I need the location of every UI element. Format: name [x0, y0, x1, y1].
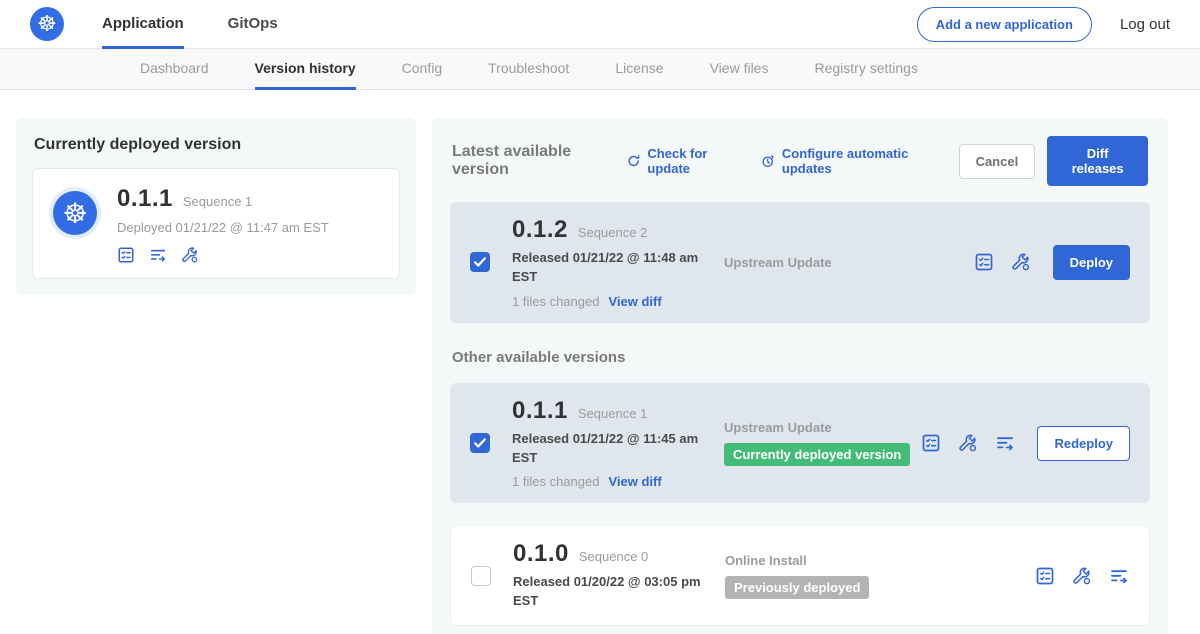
released-timestamp: Released 01/21/22 @ 11:48 am EST [512, 249, 702, 287]
cancel-button[interactable]: Cancel [959, 144, 1036, 179]
add-application-button[interactable]: Add a new application [917, 7, 1092, 42]
config-wrench-icon[interactable] [181, 246, 199, 264]
subnav-item-registry-settings[interactable]: Registry settings [814, 49, 917, 90]
logout-link[interactable]: Log out [1120, 16, 1170, 33]
version-checkbox[interactable] [471, 566, 491, 586]
version-actions: Deploy [974, 245, 1130, 280]
deploy-logs-icon[interactable] [995, 433, 1015, 453]
version-history-panel: Latest available version Check for updat… [432, 118, 1168, 634]
version-info: 0.1.1 Sequence 1 Released 01/21/22 @ 11:… [512, 397, 720, 490]
subnav-item-license[interactable]: License [615, 49, 663, 90]
version-row-0-1-1: 0.1.1 Sequence 1 Released 01/21/22 @ 11:… [450, 383, 1150, 504]
subnav-item-config[interactable]: Config [402, 49, 442, 90]
version-row-0-1-0: 0.1.0 Sequence 0 Released 01/20/22 @ 03:… [450, 525, 1150, 626]
previously-deployed-badge: Previously deployed [725, 576, 869, 599]
version-source: Upstream Update Currently deployed versi… [720, 420, 921, 466]
released-timestamp: Released 01/20/22 @ 03:05 pm EST [513, 573, 703, 611]
configure-automatic-updates-link[interactable]: Configure automatic updates [760, 146, 936, 176]
diff-releases-button[interactable]: Diff releases [1047, 136, 1148, 186]
currently-deployed-badge: Currently deployed version [724, 443, 910, 466]
currently-deployed-card: Currently deployed version ☸ 0.1.1 Seque… [16, 118, 416, 295]
version-actions: Redeploy [921, 426, 1130, 461]
version-actions [1035, 566, 1129, 586]
latest-version-title: Latest available version [452, 143, 608, 179]
refresh-icon [626, 152, 641, 170]
release-notes-icon[interactable] [974, 252, 994, 272]
currently-deployed-title: Currently deployed version [34, 136, 398, 154]
version-info: 0.1.0 Sequence 0 Released 01/20/22 @ 03:… [513, 540, 721, 611]
deployed-version-number: 0.1.1 [117, 185, 173, 213]
deploy-logs-icon[interactable] [149, 246, 167, 264]
version-checkbox[interactable] [470, 252, 490, 272]
check-for-update-link[interactable]: Check for update [626, 146, 738, 176]
latest-version-header: Latest available version Check for updat… [452, 136, 1148, 186]
version-number: 0.1.1 [512, 397, 568, 425]
sequence-label: Sequence 1 [578, 406, 647, 421]
version-info: 0.1.2 Sequence 2 Released 01/21/22 @ 11:… [512, 216, 720, 309]
deployed-timestamp: Deployed 01/21/22 @ 11:47 am EST [117, 220, 329, 235]
files-changed-label: 1 files changed [512, 294, 599, 309]
tab-gitops[interactable]: GitOps [228, 0, 278, 49]
kubernetes-icon: ☸ [37, 12, 57, 37]
subnav-item-view-files[interactable]: View files [710, 49, 769, 90]
deployed-version-body: 0.1.1 Sequence 1 Deployed 01/21/22 @ 11:… [117, 185, 329, 264]
version-number: 0.1.2 [512, 216, 568, 244]
kubernetes-app-icon: ☸ [53, 191, 97, 235]
view-diff-link[interactable]: View diff [608, 294, 661, 309]
version-row-0-1-2: 0.1.2 Sequence 2 Released 01/21/22 @ 11:… [450, 202, 1150, 323]
source-label: Online Install [725, 553, 1035, 568]
preflight-wrench-icon[interactable] [1011, 252, 1031, 272]
version-source: Online Install Previously deployed [721, 553, 1035, 599]
preflight-wrench-icon[interactable] [958, 433, 978, 453]
source-label: Upstream Update [724, 255, 974, 270]
main-content: Currently deployed version ☸ 0.1.1 Seque… [0, 90, 1200, 634]
source-label: Upstream Update [724, 420, 921, 435]
release-notes-icon[interactable] [117, 246, 135, 264]
app-logo[interactable]: ☸ [30, 7, 64, 41]
view-diff-link[interactable]: View diff [608, 474, 661, 489]
sequence-label: Sequence 0 [579, 549, 648, 564]
subnav-item-version-history[interactable]: Version history [255, 49, 356, 90]
tab-application[interactable]: Application [102, 0, 184, 49]
release-notes-icon[interactable] [921, 433, 941, 453]
deployed-version-card: ☸ 0.1.1 Sequence 1 Deployed 01/21/22 @ 1… [32, 168, 400, 279]
subnav-item-dashboard[interactable]: Dashboard [140, 49, 209, 90]
clock-icon [760, 152, 775, 170]
sequence-label: Sequence 2 [578, 225, 647, 240]
files-changed-label: 1 files changed [512, 474, 599, 489]
subnav-item-troubleshoot[interactable]: Troubleshoot [488, 49, 569, 90]
deploy-logs-icon[interactable] [1109, 566, 1129, 586]
deployed-sequence-label: Sequence 1 [183, 194, 252, 209]
redeploy-button[interactable]: Redeploy [1037, 426, 1130, 461]
version-checkbox[interactable] [470, 433, 490, 453]
preflight-wrench-icon[interactable] [1072, 566, 1092, 586]
deployed-actions [117, 246, 329, 264]
other-versions-title: Other available versions [452, 349, 1148, 366]
released-timestamp: Released 01/21/22 @ 11:45 am EST [512, 430, 702, 468]
checkmark-icon [471, 434, 489, 452]
top-tabs: Application GitOps [102, 0, 278, 49]
release-notes-icon[interactable] [1035, 566, 1055, 586]
version-number: 0.1.0 [513, 540, 569, 568]
version-source: Upstream Update [720, 255, 974, 270]
app-subnav: Dashboard Version history Config Trouble… [0, 49, 1200, 90]
deploy-button[interactable]: Deploy [1053, 245, 1130, 280]
checkmark-icon [471, 253, 489, 271]
top-navbar: ☸ Application GitOps Add a new applicati… [0, 0, 1200, 49]
